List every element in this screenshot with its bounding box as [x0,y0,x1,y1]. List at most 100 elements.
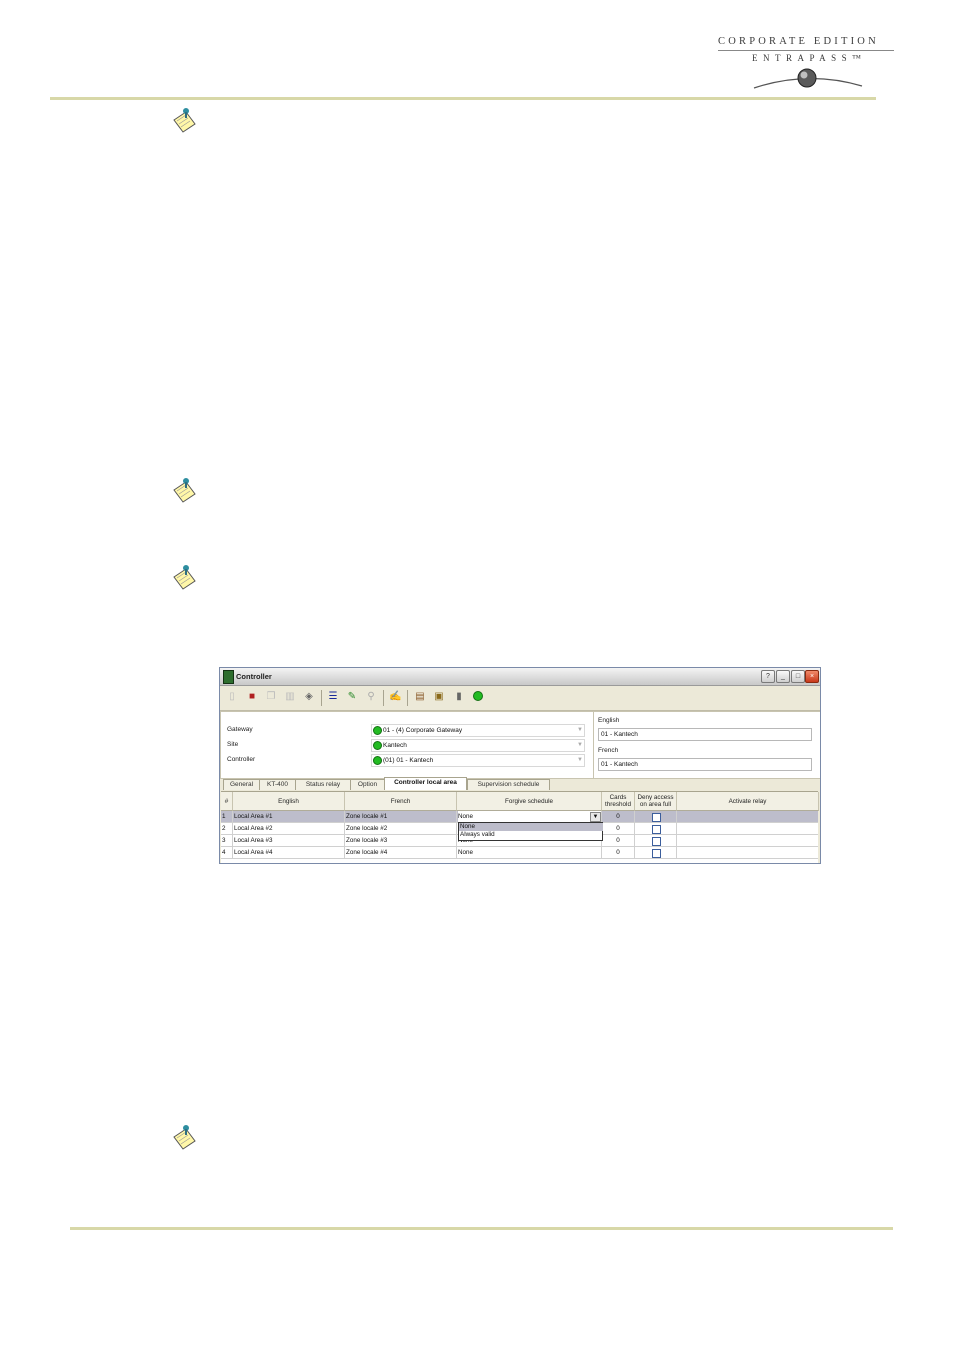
delete-icon[interactable]: ▥ [284,691,296,703]
toolbar-separator [321,690,322,706]
activate-relay-cell[interactable] [677,811,818,822]
row-french[interactable]: Zone locale #3 [346,835,457,846]
row-threshold[interactable]: 0 [602,847,635,858]
chevron-down-icon[interactable]: ▼ [577,755,583,766]
row-english[interactable]: Local Area #4 [234,847,345,858]
row-english[interactable]: Local Area #3 [234,835,345,846]
deny-access-checkbox[interactable] [652,837,661,846]
forgive-schedule-select[interactable]: None ▼ [458,811,602,822]
french-label: French [598,747,619,754]
tab-general[interactable]: General [223,779,260,790]
row-number: 2 [222,823,233,834]
status-dot-icon[interactable] [472,691,484,703]
site-value: Kantech [383,742,407,749]
door-icon[interactable]: ▤ [414,691,426,703]
forgive-schedule-dropdown: None Always valid [458,822,603,841]
deny-access-checkbox[interactable] [652,849,661,858]
row-threshold[interactable]: 0 [602,811,635,822]
row-french[interactable]: Zone locale #4 [346,847,457,858]
column-header-forgive-schedule: Forgive schedule [457,792,602,811]
controller-select[interactable]: (01) 01 - Kantech ▼ [371,754,585,767]
row-french[interactable]: Zone locale #2 [346,823,457,834]
app-icon [223,670,234,684]
deny-access-cell [635,847,677,858]
gateway-value: 01 - (4) Corporate Gateway [383,727,463,734]
gateway-select[interactable]: 01 - (4) Corporate Gateway ▼ [371,724,585,737]
close-button[interactable]: × [805,670,819,683]
tab-controller-local-area[interactable]: Controller local area [384,777,467,790]
deny-access-checkbox[interactable] [652,813,661,822]
tab-kt-400[interactable]: KT-400 [259,779,296,790]
chevron-down-icon[interactable]: ▼ [577,740,583,751]
row-threshold[interactable]: 0 [602,835,635,846]
controller-value: (01) 01 - Kantech [383,757,434,764]
dropdown-option-always-valid[interactable]: Always valid [459,831,603,839]
toolbar-separator [383,690,384,706]
controller-window: Controller ? _ □ × ▯ ■ ❐ ▥ ◈ ☰ ✎ ⚲ ✍ ▤ ▣… [219,667,821,864]
minimize-button[interactable]: _ [776,670,790,683]
controller-label: Controller [227,756,256,763]
status-dot-icon [373,740,382,750]
device-icon[interactable]: ▮ [453,691,465,703]
help-button[interactable]: ? [761,670,775,683]
row-english[interactable]: Local Area #2 [234,823,345,834]
row-english[interactable]: Local Area #1 [234,811,345,822]
link-icon[interactable]: ✎ [346,691,358,703]
row-number: 4 [222,847,233,858]
column-header-deny-access: Deny access on area full [635,792,677,811]
dropdown-option-none[interactable]: None [459,823,603,831]
logo-line1: CORPORATE EDITION [718,36,879,47]
activate-relay-cell[interactable] [677,847,818,858]
status-dot-icon [373,725,382,735]
english-name-input[interactable]: 01 - Kantech [598,728,812,741]
column-header-activate-relay: Activate relay [677,792,819,811]
status-dot-icon [373,755,382,765]
list-icon[interactable]: ☰ [327,691,339,703]
row-french[interactable]: Zone locale #1 [346,811,457,822]
site-select[interactable]: Kantech ▼ [371,739,585,752]
row-schedule: None [458,813,474,820]
maximize-button[interactable]: □ [791,670,805,683]
window-titlebar[interactable]: Controller ? _ □ × [220,668,820,686]
footer-rule [70,1227,893,1230]
deny-access-cell [635,823,677,834]
chevron-down-icon[interactable]: ▼ [577,725,583,736]
tab-bar: General KT-400 Status relay Option Contr… [220,777,820,790]
row-number: 3 [222,835,233,846]
column-header-number: # [221,792,233,811]
note-icon [173,108,196,133]
note-icon [173,1125,196,1150]
french-name-input[interactable]: 01 - Kantech [598,758,812,771]
activate-relay-cell[interactable] [677,823,818,834]
row-number: 1 [222,811,233,822]
controller-form: Gateway 01 - (4) Corporate Gateway ▼ Sit… [220,711,594,779]
window-title: Controller [236,672,272,681]
tab-option[interactable]: Option [350,779,385,790]
table-row[interactable]: 4 Local Area #4 Zone locale #4 None 0 [221,847,818,859]
reload-icon[interactable]: ▣ [433,691,445,703]
save-icon[interactable]: ■ [246,691,258,703]
column-header-english: English [233,792,345,811]
tab-status-relay[interactable]: Status relay [295,779,351,790]
site-label: Site [227,741,239,748]
tab-supervision-schedule[interactable]: Supervision schedule [467,779,550,790]
row-schedule[interactable]: None [458,847,602,858]
names-panel: English 01 - Kantech French 01 - Kantech [593,711,820,779]
gateway-label: Gateway [227,726,253,733]
logo-divider [718,50,894,51]
logo-swoosh-icon [753,68,863,89]
search-icon[interactable]: ⚲ [365,691,377,703]
deny-access-cell [635,811,677,822]
deny-access-checkbox[interactable] [652,825,661,834]
english-label: English [598,717,620,724]
column-header-french: French [345,792,457,811]
note-icon [173,565,196,590]
edit-icon[interactable]: ✍ [389,691,401,703]
chevron-down-icon[interactable]: ▼ [590,812,601,822]
activate-relay-cell[interactable] [677,835,818,846]
row-threshold[interactable]: 0 [602,823,635,834]
deny-access-cell [635,835,677,846]
new-icon[interactable]: ▯ [226,691,238,703]
print-icon[interactable]: ◈ [303,691,315,703]
copy-icon[interactable]: ❐ [265,691,277,703]
